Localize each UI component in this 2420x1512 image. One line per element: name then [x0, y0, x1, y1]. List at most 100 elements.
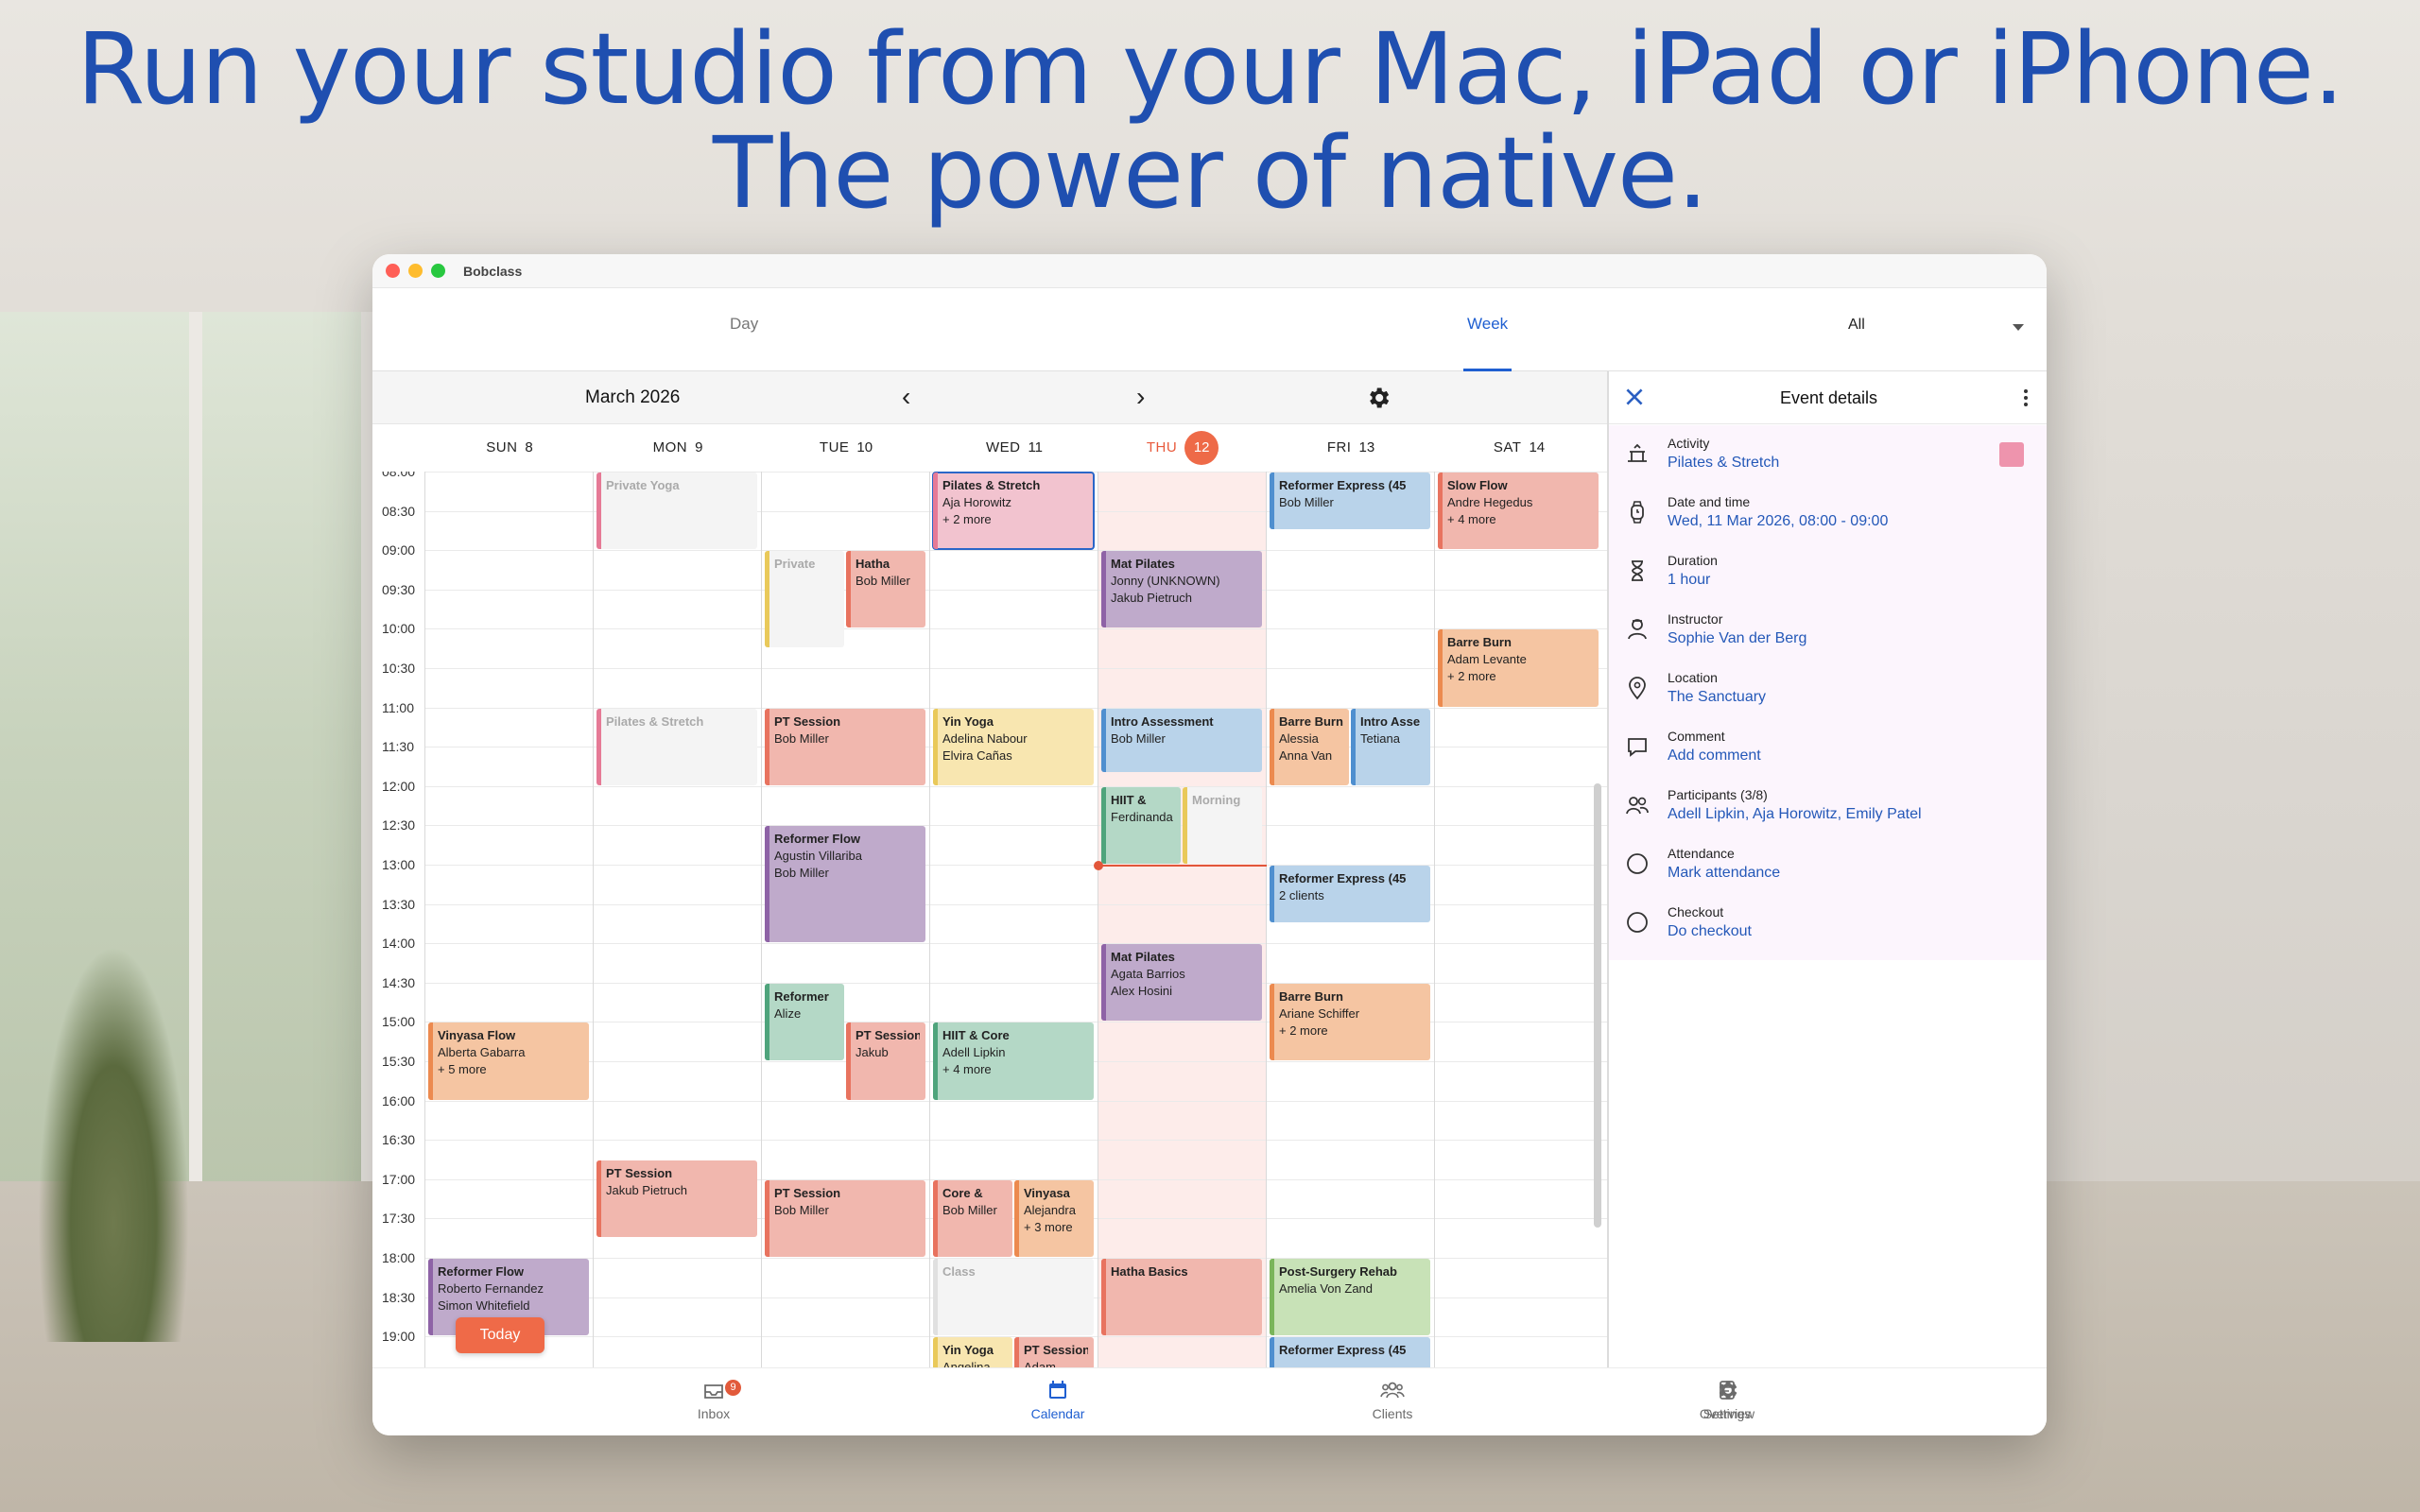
- day-header-tue[interactable]: TUE 10: [762, 424, 930, 472]
- event-color-stripe: [933, 708, 938, 785]
- calendar-event[interactable]: Reformer Express (45: [1270, 1337, 1430, 1367]
- calendar-event[interactable]: Barre Burn Ariane Schiffer + 2 more: [1270, 983, 1430, 1060]
- participants-row[interactable]: Participants (3/8) Adell Lipkin, Aja Hor…: [1609, 777, 2047, 835]
- calendar-event[interactable]: Pilates & Stretch Aja Horowitz + 2 more: [932, 472, 1095, 551]
- calendar-event[interactable]: Morning: [1183, 786, 1262, 864]
- event-detail-line: Jakub Pietruch: [606, 1183, 687, 1197]
- calendar-event[interactable]: Yin Yoga Adelina Nabour Elvira Cañas: [933, 708, 1094, 785]
- day-separator: [929, 472, 930, 1367]
- close-window-button[interactable]: [386, 264, 400, 278]
- calendar-event[interactable]: Yin Yoga Angelina: [933, 1337, 1012, 1367]
- day-name: THU: [1146, 439, 1178, 455]
- calendar-event[interactable]: Reformer Express (45 2 clients: [1270, 866, 1430, 923]
- calendar-grid[interactable]: 08:00 08:30 09:00 09:30 10:00 10:30 11:00 11:30…: [372, 472, 1607, 1367]
- day-header-mon[interactable]: MON 9: [594, 424, 762, 472]
- day-name: SAT: [1493, 439, 1522, 455]
- calendar-event[interactable]: Hatha Bob Miller: [846, 551, 925, 628]
- hourglass-icon: [1632, 560, 1643, 581]
- calendar-scrollbar[interactable]: [1594, 783, 1601, 1228]
- day-number: 9: [695, 439, 703, 455]
- filter-select[interactable]: All: [1848, 288, 2047, 371]
- event-detail-line: Roberto Fernandez: [438, 1281, 544, 1296]
- event-detail-line: + 2 more: [942, 512, 992, 526]
- calendar-event[interactable]: PT Session Jakub: [846, 1022, 925, 1100]
- event-title: Intro Assessment: [1111, 713, 1214, 729]
- event-detail-line: Tetiana: [1360, 730, 1400, 746]
- duration-row[interactable]: Duration 1 hour: [1609, 542, 2047, 601]
- calendar-event[interactable]: Intro Assessment Bob Miller: [1101, 708, 1262, 772]
- calendar-event[interactable]: Vinyasa Flow Alberta Gabarra + 5 more: [428, 1022, 589, 1100]
- day-header-wed[interactable]: WED 11: [930, 424, 1098, 472]
- time-label: 14:30: [382, 974, 416, 990]
- checkout-row[interactable]: Checkout Do checkout: [1609, 894, 2047, 953]
- datetime-row[interactable]: Date and time Wed, 11 Mar 2026, 08:00 - …: [1609, 484, 2047, 542]
- participants-label: Participants (3/8): [1668, 787, 1768, 802]
- calendar-event[interactable]: Core & Bob Miller: [933, 1179, 1012, 1257]
- calendar-event[interactable]: Private: [765, 551, 844, 648]
- calendar-event[interactable]: Hatha Basics: [1101, 1259, 1262, 1336]
- attendance-value[interactable]: Mark attendance: [1668, 865, 1780, 882]
- time-label: 15:30: [382, 1054, 416, 1069]
- checkout-value[interactable]: Do checkout: [1668, 923, 1752, 940]
- day-header-sun[interactable]: SUN 8: [425, 424, 594, 472]
- calendar-event[interactable]: Slow Flow Andre Hegedus + 4 more: [1438, 472, 1599, 550]
- event-detail-line: Adam: [1024, 1360, 1056, 1367]
- minimize-window-button[interactable]: [408, 264, 423, 278]
- event-title: PT Session: [606, 1166, 673, 1180]
- tab-clients[interactable]: Clients: [1336, 1378, 1449, 1421]
- calendar-event[interactable]: Barre Burn Adam Levante + 2 more: [1438, 629, 1599, 707]
- comment-row[interactable]: Comment Add comment: [1609, 718, 2047, 777]
- attendance-row[interactable]: Attendance Mark attendance: [1609, 835, 2047, 894]
- event-detail-line: Elvira Cañas: [942, 747, 1012, 763]
- tab-inbox[interactable]: 9 Inbox: [657, 1378, 770, 1421]
- calendar-event[interactable]: Barre Burn Alessia Anna Van: [1270, 708, 1349, 785]
- day-header-thu[interactable]: THU 12: [1098, 424, 1267, 472]
- calendar-event[interactable]: Class: [933, 1259, 1094, 1336]
- calendar-event[interactable]: Mat Pilates Agata Barrios Alex Hosini: [1101, 944, 1262, 1022]
- day-header-fri[interactable]: FRI 13: [1267, 424, 1435, 472]
- calendar-event[interactable]: Mat Pilates Jonny (UNKNOWN) Jakub Pietruch: [1101, 551, 1262, 628]
- time-label: 11:00: [382, 699, 414, 715]
- tab-week[interactable]: Week: [1462, 288, 1512, 371]
- chevron-left-icon[interactable]: ‹: [902, 383, 910, 411]
- calendar-event[interactable]: PT Session Jakub Pietruch: [596, 1160, 757, 1238]
- calendar-event[interactable]: PT Session Bob Miller: [765, 1179, 925, 1257]
- activity-row[interactable]: Activity Pilates & Stretch: [1609, 425, 2047, 484]
- time-label: 11:30: [382, 739, 414, 755]
- day-headers: SUN 8 MON 9 TUE 10 WED 11 THU 12 FRI 13 SAT 14: [372, 424, 1607, 472]
- month-title: March 2026: [585, 387, 681, 407]
- today-button[interactable]: Today: [456, 1317, 544, 1353]
- tab-settings[interactable]: Settings: [1670, 1378, 1784, 1421]
- more-vertical-icon[interactable]: [2016, 387, 2035, 409]
- calendar-event[interactable]: Reformer Flow Agustin Villariba Bob Miller: [765, 826, 925, 943]
- comment-icon: [1628, 738, 1647, 757]
- calendar-event[interactable]: Vinyasa Alejandra + 3 more: [1014, 1179, 1094, 1257]
- zoom-window-button[interactable]: [431, 264, 445, 278]
- calendar-event[interactable]: Reformer Alize: [765, 983, 844, 1060]
- calendar-event[interactable]: Reformer Express (45 Bob Miller: [1270, 472, 1430, 530]
- event-title: PT Session: [856, 1028, 920, 1043]
- calendar-event[interactable]: PT Session Adam: [1014, 1337, 1094, 1367]
- location-row[interactable]: Location The Sanctuary: [1609, 660, 2047, 718]
- instructor-row[interactable]: Instructor Sophie Van der Berg: [1609, 601, 2047, 660]
- comment-value[interactable]: Add comment: [1668, 747, 1761, 765]
- calendar-event[interactable]: Private Yoga: [596, 472, 757, 550]
- event-color-stripe: [1270, 866, 1274, 923]
- event-detail-line: Bob Miller: [1111, 730, 1166, 746]
- calendar-event[interactable]: Pilates & Stretch: [596, 708, 757, 785]
- event-detail-line: Ferdinanda: [1111, 809, 1173, 824]
- bottom-tab-bar: 9 Inbox Calendar Clients Overview Settin…: [372, 1367, 2047, 1435]
- inbox-icon: [704, 1384, 723, 1399]
- event-detail-line: Adelina Nabour: [942, 730, 1028, 746]
- calendar-event[interactable]: PT Session Bob Miller: [765, 708, 925, 785]
- calendar-event[interactable]: Intro Asse Tetiana: [1351, 708, 1430, 785]
- calendar-event[interactable]: HIIT & Core Adell Lipkin + 4 more: [933, 1022, 1094, 1100]
- calendar-event[interactable]: Post-Surgery Rehab Amelia Von Zand: [1270, 1259, 1430, 1336]
- time-label: 17:30: [382, 1211, 416, 1227]
- gear-icon[interactable]: [1365, 385, 1392, 411]
- tab-calendar[interactable]: Calendar: [1001, 1378, 1115, 1421]
- day-header-sat[interactable]: SAT 14: [1435, 424, 1603, 472]
- tab-day[interactable]: Day: [730, 288, 758, 371]
- calendar-event[interactable]: HIIT & Ferdinanda: [1101, 786, 1181, 864]
- chevron-right-icon[interactable]: ›: [1136, 383, 1145, 411]
